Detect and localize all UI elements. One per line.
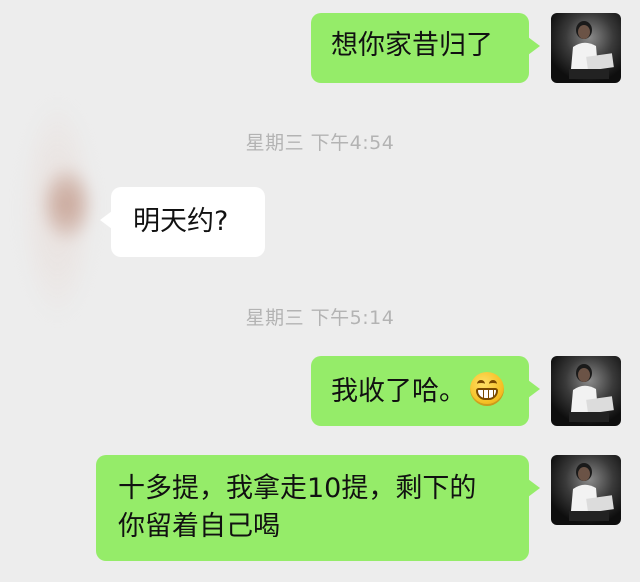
message-bubble-outgoing[interactable]: 十多提，我拿走10提，剩下的 你留着自己喝 — [96, 455, 540, 561]
self-avatar[interactable] — [551, 455, 621, 525]
message-bubble-outgoing[interactable]: 我收了哈。 — [311, 356, 540, 426]
self-avatar[interactable] — [551, 356, 621, 426]
message-bubble-incoming[interactable]: 明天约? — [100, 187, 265, 257]
person-reading-icon — [569, 463, 614, 521]
message-text: 我收了哈。 — [331, 376, 466, 407]
message-text-line: 十多提，我拿走10提，剩下的 — [118, 473, 477, 504]
timestamp: 星期三 下午4:54 — [245, 132, 395, 154]
person-reading-icon — [569, 21, 614, 79]
self-avatar[interactable] — [551, 13, 621, 83]
message-text: 明天约? — [133, 206, 229, 237]
grinning-face-emoji-icon — [470, 372, 504, 406]
chat-window: 想你家昔归了 星期三 下午4:54 明天约? 星期三 下午5:14 我收了哈。 … — [0, 0, 640, 582]
person-reading-icon — [569, 364, 614, 422]
message-bubble-outgoing[interactable]: 想你家昔归了 — [311, 13, 540, 83]
message-text-line: 你留着自己喝 — [118, 511, 280, 542]
message-text: 想你家昔归了 — [331, 30, 493, 61]
timestamp: 星期三 下午5:14 — [245, 307, 395, 329]
